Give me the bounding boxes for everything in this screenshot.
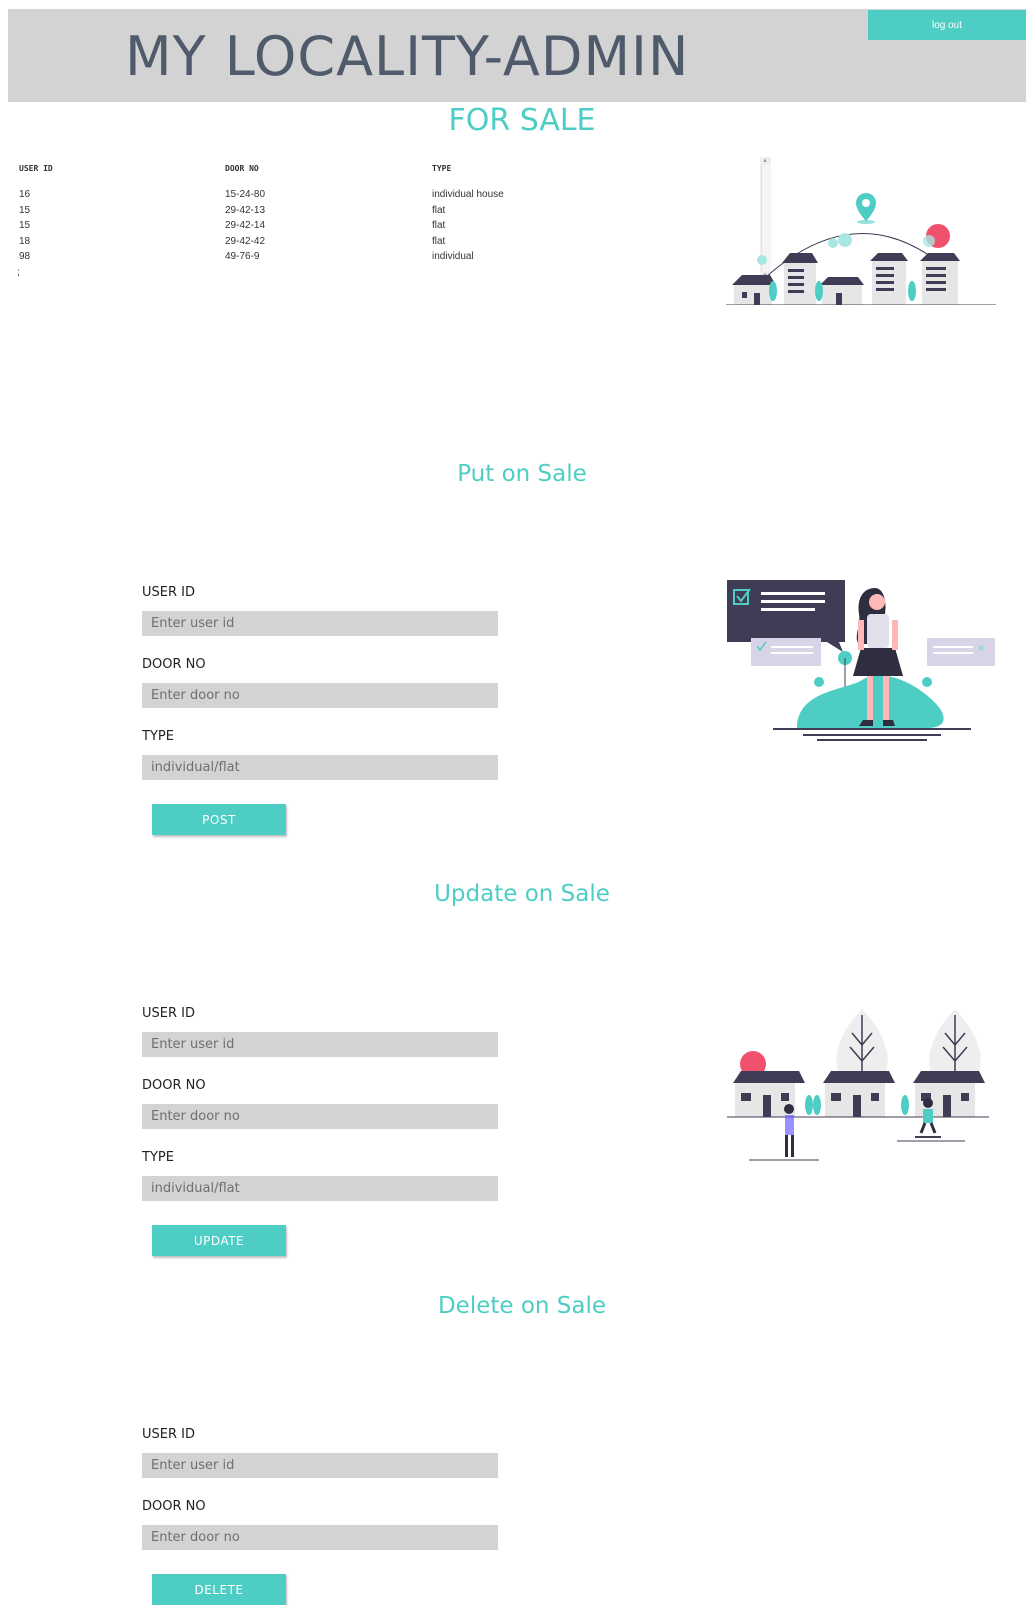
door-no-input[interactable] bbox=[142, 683, 498, 708]
table-header-row: USER ID DOOR NO TYPE bbox=[14, 163, 592, 187]
cell-type: individual house bbox=[432, 189, 504, 200]
table-row: 16 15-24-80 individual house bbox=[14, 187, 592, 203]
door-no-label: DOOR NO bbox=[142, 1499, 206, 1514]
city-map-pin-illustration bbox=[726, 193, 996, 305]
delete-on-sale-title: Delete on Sale bbox=[437, 1293, 607, 1319]
woman-with-checklist-illustration bbox=[727, 580, 995, 741]
update-on-sale-form: USER ID DOOR NO TYPE UPDATE bbox=[142, 1005, 502, 1256]
cell-door-no: 29-42-13 bbox=[225, 204, 266, 216]
put-on-sale-title: Put on Sale bbox=[457, 461, 587, 487]
type-label: TYPE bbox=[142, 729, 174, 744]
user-id-label: USER ID bbox=[142, 1427, 195, 1442]
cell-door-no: 29-42-14 bbox=[225, 220, 266, 231]
type-label: TYPE bbox=[142, 1150, 174, 1165]
put-on-sale-form: USER ID DOOR NO TYPE POST bbox=[142, 584, 502, 835]
cell-user-id: 15 bbox=[19, 220, 31, 231]
cell-user-id: 18 bbox=[19, 235, 31, 247]
door-no-label: DOOR NO bbox=[142, 657, 206, 672]
table-row: 15 29-42-14 flat bbox=[14, 218, 592, 234]
delete-on-sale-form: USER ID DOOR NO DELETE bbox=[142, 1426, 502, 1605]
column-header-type: TYPE bbox=[432, 163, 452, 173]
houses-with-people-illustration bbox=[727, 1009, 989, 1161]
cell-door-no: 29-42-42 bbox=[225, 235, 266, 247]
column-header-user-id: USER ID bbox=[19, 163, 53, 173]
post-button[interactable]: POST bbox=[152, 804, 286, 835]
table-row: 15 29-42-13 flat bbox=[14, 203, 592, 219]
cell-door-no: 49-76-9 bbox=[225, 251, 260, 262]
column-header-door-no: DOOR NO bbox=[225, 163, 259, 173]
type-input[interactable] bbox=[142, 755, 498, 780]
app-title: MY LOCALITY-ADMIN bbox=[125, 25, 690, 88]
update-on-sale-title: Update on Sale bbox=[434, 881, 610, 907]
cell-type: flat bbox=[432, 235, 446, 247]
user-id-input[interactable] bbox=[142, 1032, 498, 1057]
trailing-text: ; bbox=[17, 267, 20, 278]
cell-user-id: 15 bbox=[19, 204, 31, 216]
user-id-input[interactable] bbox=[142, 611, 498, 636]
cell-type: flat bbox=[432, 220, 446, 231]
type-input[interactable] bbox=[142, 1176, 498, 1201]
door-no-input[interactable] bbox=[142, 1104, 498, 1129]
door-no-label: DOOR NO bbox=[142, 1078, 206, 1093]
cell-user-id: 16 bbox=[19, 189, 31, 200]
cell-door-no: 15-24-80 bbox=[225, 189, 266, 200]
door-no-input[interactable] bbox=[142, 1525, 498, 1550]
table-row: 18 29-42-42 flat bbox=[14, 234, 592, 250]
user-id-label: USER ID bbox=[142, 585, 195, 600]
for-sale-title: FOR SALE bbox=[448, 103, 596, 138]
cell-user-id: 98 bbox=[19, 251, 31, 262]
user-id-label: USER ID bbox=[142, 1006, 195, 1021]
update-button[interactable]: UPDATE bbox=[152, 1225, 286, 1256]
cell-type: flat bbox=[432, 204, 446, 216]
table-row: 98 49-76-9 individual bbox=[14, 249, 592, 265]
scroll-up-icon[interactable]: ▲ bbox=[762, 158, 768, 164]
for-sale-table: USER ID DOOR NO TYPE 16 15-24-80 individ… bbox=[14, 163, 592, 265]
delete-button[interactable]: DELETE bbox=[152, 1574, 286, 1605]
logout-button[interactable]: log out bbox=[868, 10, 1026, 40]
user-id-input[interactable] bbox=[142, 1453, 498, 1478]
cell-type: individual bbox=[432, 251, 474, 262]
